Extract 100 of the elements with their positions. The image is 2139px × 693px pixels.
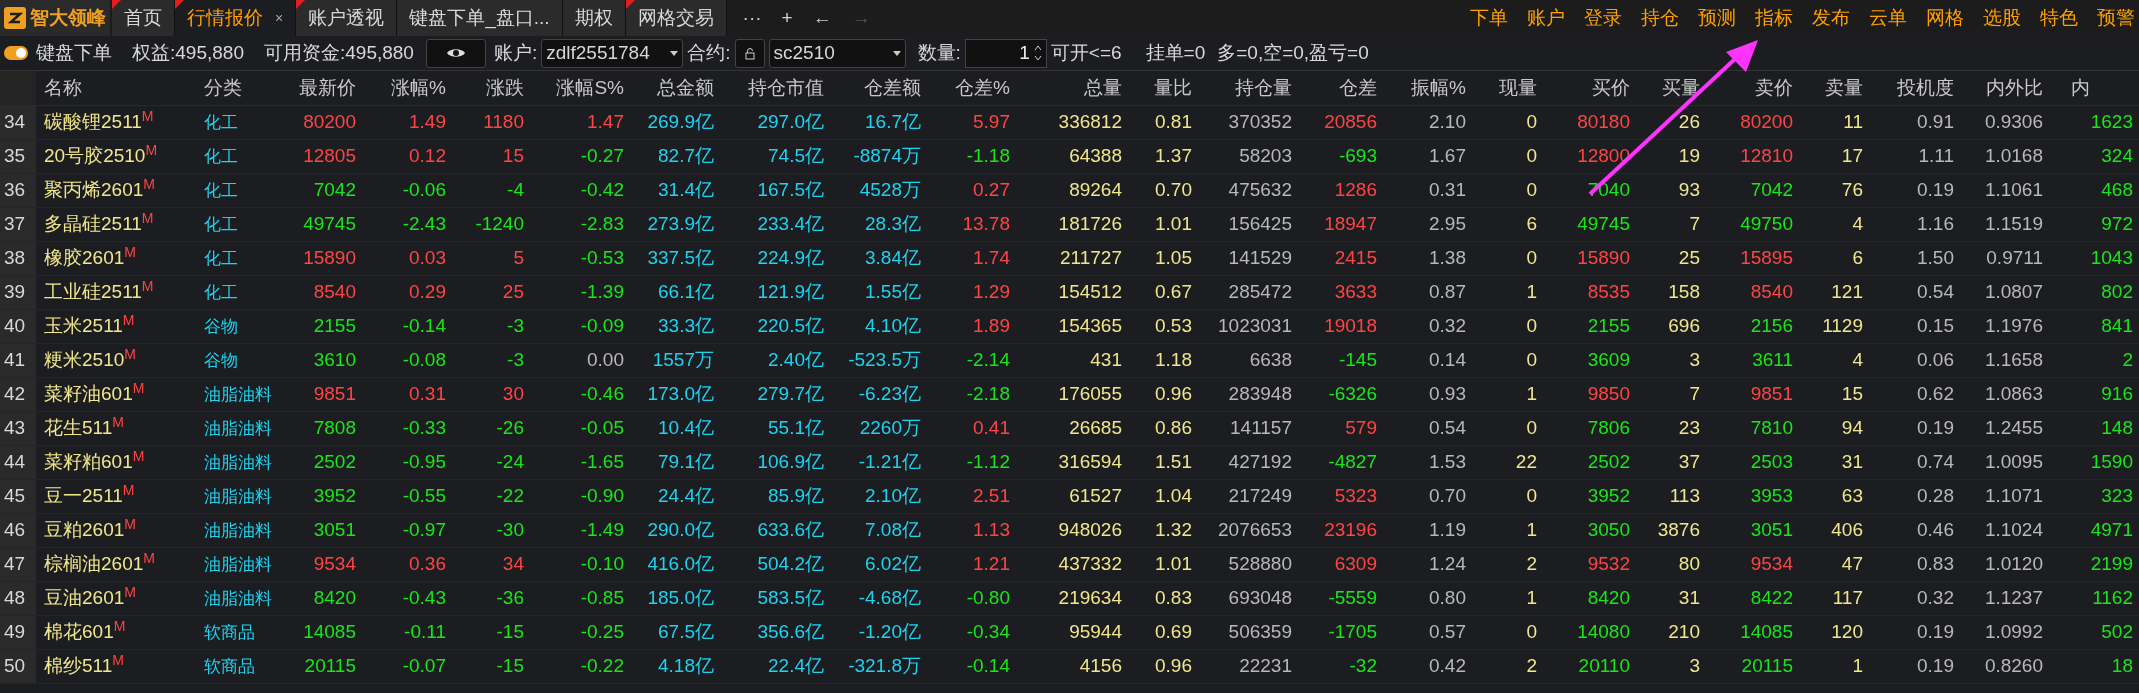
column-header[interactable]: 内外比 [1960, 73, 2049, 103]
table-cell-text: 696 [1667, 314, 1701, 339]
menu-item[interactable]: 指标 [1755, 3, 1793, 33]
contract-name[interactable]: 工业硅2511$^{M}$ [36, 278, 196, 307]
column-header[interactable]: 持仓市值 [720, 73, 830, 103]
tab[interactable]: 首页 [112, 0, 175, 36]
table-cell-text: 3952 [312, 484, 357, 509]
column-header[interactable]: 振幅% [1383, 73, 1472, 103]
tab-control[interactable]: ··· [742, 3, 762, 33]
table-cell-text: 14080 [1576, 620, 1631, 645]
table-cell-text: 972 [2100, 212, 2134, 237]
contract-name[interactable]: 菜籽粕601$^{M}$ [36, 448, 196, 477]
lock-button[interactable] [734, 38, 765, 68]
column-header[interactable]: 卖价 [1706, 73, 1799, 103]
table-cell-text: 9851 [312, 382, 357, 407]
table-cell-text: -2.18 [965, 382, 1011, 407]
table-cell-text: 2155 [1586, 314, 1631, 339]
column-header[interactable]: 涨跌 [452, 73, 530, 103]
toggle-switch[interactable] [4, 46, 28, 60]
category-text: 油脂油料 [203, 485, 273, 508]
column-header[interactable]: 仓差% [927, 73, 1016, 103]
contract-name[interactable]: 棉花601$^{M}$ [36, 618, 196, 647]
contract-name[interactable]: 粳米2510$^{M}$ [36, 346, 196, 375]
contract-name[interactable]: 豆粕2601$^{M}$ [36, 516, 196, 545]
table-cell-text: 948026 [1057, 518, 1123, 543]
close-icon[interactable]: × [275, 7, 284, 29]
menu-item[interactable]: 发布 [1812, 3, 1850, 33]
menu-item[interactable]: 预测 [1698, 3, 1736, 33]
table-cell-text: 1557万 [651, 348, 715, 373]
table-cell-text: -523.5万 [847, 348, 922, 373]
equity-text: 权益:495,880 [132, 40, 244, 65]
tab[interactable]: 键盘下单_盘口... [397, 0, 563, 36]
available-funds-text: 可用资金:495,880 [263, 40, 414, 65]
table-cell-text: 158 [1667, 280, 1701, 305]
column-header[interactable]: 最新价 [290, 73, 362, 103]
contract-name[interactable]: 棉纱511$^{M}$ [36, 652, 196, 681]
column-header[interactable]: 总量 [1016, 73, 1128, 103]
menu-item[interactable]: 网格 [1926, 3, 1964, 33]
menu-item[interactable]: 登录 [1584, 3, 1622, 33]
table-cell-text: 15890 [1576, 246, 1631, 271]
column-header[interactable]: 分类 [196, 73, 290, 103]
contract-select[interactable]: sc2510 [768, 38, 906, 68]
table-cell-text: 2503 [1749, 450, 1794, 475]
contract-name[interactable]: 碳酸锂2511$^{M}$ [36, 108, 196, 137]
column-header[interactable]: 买量 [1636, 73, 1706, 103]
row-number: 36 [0, 174, 36, 207]
tab[interactable]: 行情报价 × [175, 0, 297, 36]
column-header[interactable]: 现量 [1472, 73, 1543, 103]
table-cell-text: 19 [1677, 144, 1701, 169]
contract-name[interactable]: 玉米2511$^{M}$ [36, 312, 196, 341]
table-cell-text: 7.08亿 [864, 518, 922, 543]
column-header[interactable]: 总金额 [630, 73, 720, 103]
column-header[interactable]: 名称 [36, 73, 196, 103]
contract-name[interactable]: 橡胶2601$^{M}$ [36, 244, 196, 273]
row-number: 45 [0, 480, 36, 513]
menu-item[interactable]: 下单 [1470, 3, 1508, 33]
contract-name[interactable]: 20号胶2510$^{M}$ [36, 142, 196, 171]
table-cell-text: 1286 [1333, 178, 1378, 203]
tab[interactable]: 账户透视 [296, 0, 398, 36]
table-cell-text: 1.67 [1428, 144, 1467, 169]
contract-name[interactable]: 豆油2601$^{M}$ [36, 584, 196, 613]
column-header[interactable]: 买价 [1543, 73, 1636, 103]
eye-button[interactable] [425, 38, 486, 68]
table-cell-text: 3952 [1586, 484, 1631, 509]
column-header[interactable]: 投机度 [1869, 73, 1960, 103]
table-cell-text: 9532 [1586, 552, 1631, 577]
column-header[interactable]: 卖量 [1799, 73, 1869, 103]
column-header[interactable]: 仓差 [1298, 73, 1383, 103]
tab-control[interactable]: ← [812, 3, 832, 33]
table-cell-text: -693 [1337, 144, 1378, 169]
menu-item[interactable]: 预警 [2097, 3, 2135, 33]
column-header[interactable]: 涨幅% [362, 73, 452, 103]
menu-item[interactable]: 选股 [1983, 3, 2021, 33]
column-header[interactable]: 仓差额 [830, 73, 927, 103]
tab[interactable]: 网格交易 [625, 0, 727, 36]
table-cell-text: 0.69 [1154, 620, 1193, 645]
contract-name[interactable]: 豆一2511$^{M}$ [36, 482, 196, 511]
column-header[interactable]: 持仓量 [1198, 73, 1298, 103]
menu-item[interactable]: 账户 [1527, 3, 1565, 33]
table-cell-text: 95944 [1068, 620, 1123, 645]
contract-name[interactable]: 多晶硅2511$^{M}$ [36, 210, 196, 239]
category-text: 谷物 [203, 349, 239, 372]
contract-name[interactable]: 菜籽油601$^{M}$ [36, 380, 196, 409]
tab-control[interactable]: + [781, 3, 793, 33]
account-select[interactable]: zdlf2551784 [541, 38, 684, 68]
menu-item[interactable]: 持仓 [1641, 3, 1679, 33]
quantity-field[interactable]: 1 [964, 38, 1047, 68]
column-header[interactable]: 内 [2049, 73, 2139, 103]
column-header[interactable]: 量比 [1128, 73, 1198, 103]
tab[interactable]: 期权 [562, 0, 626, 36]
table-cell-text: 3051 [1749, 518, 1794, 543]
contract-name[interactable]: 棕榈油2601$^{M}$ [36, 550, 196, 579]
table-cell-text: 1162 [2091, 586, 2134, 611]
column-header[interactable]: 涨幅S% [530, 73, 630, 103]
contract-name[interactable]: 花生511$^{M}$ [36, 414, 196, 443]
menu-item[interactable]: 云单 [1869, 3, 1907, 33]
menu-item[interactable]: 特色 [2040, 3, 2078, 33]
table-cell-text: -0.53 [579, 246, 625, 271]
contract-name[interactable]: 聚丙烯2601$^{M}$ [36, 176, 196, 205]
table-cell-text: 0.19 [1916, 416, 1955, 441]
